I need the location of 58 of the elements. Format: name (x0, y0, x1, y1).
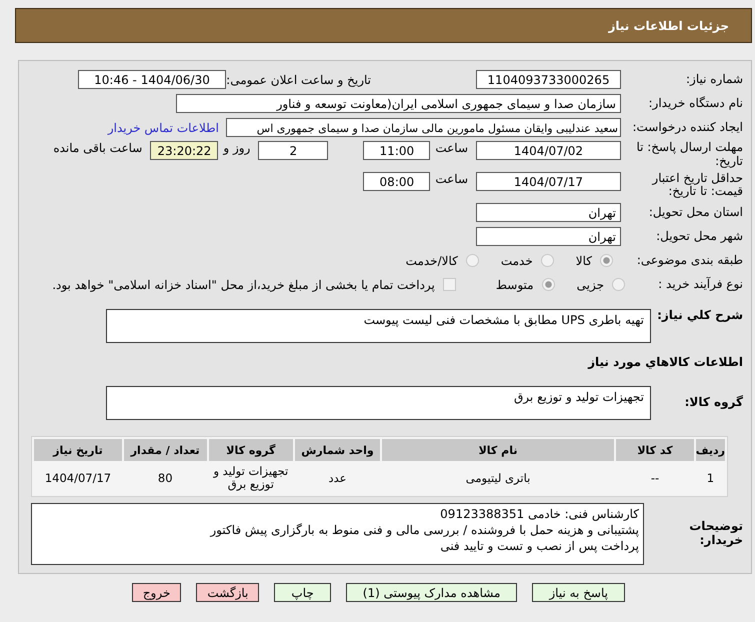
column-header: نام کالا (382, 439, 614, 462)
option-label: جزیی (576, 278, 604, 292)
text-field[interactable]: 1404/06/30 - 10:46 (78, 70, 226, 89)
option-label: کالا/خدمت (406, 254, 458, 268)
option-label: خدمت (500, 254, 533, 268)
checkbox-label: پرداخت تمام یا بخشی از مبلغ خرید،از محل "اسناد خزانه اسلامی" خواهد بود. (52, 278, 435, 292)
radio-button[interactable] (542, 278, 555, 292)
text-field[interactable]: سعید عندلیبی وایقان مسئول مامورین مالی سازمان صدا و سیمای جمهوری اس (226, 118, 621, 137)
field-label: توضیحات خریدار: (688, 520, 744, 548)
text-field[interactable]: سازمان صدا و سیمای جمهوری اسلامی ایران(معاونت توسعه و فناور (176, 94, 621, 113)
column-header: واحد شمارش (295, 439, 380, 462)
text-area[interactable]: تهیه باطری UPS مطابق با مشخصات فنی لیست پیوست (106, 309, 651, 344)
radio-button[interactable] (466, 254, 479, 268)
countdown-field[interactable]: 23:20:22 (150, 141, 218, 160)
page-title: جزئیات اطلاعات نیاز (608, 18, 729, 32)
field-label: ساعت (435, 141, 468, 155)
field-label: ساعت (435, 172, 468, 186)
field-label: شرح کلي نیاز: (656, 309, 744, 323)
contact-link[interactable]: اطلاعات تماس خریدار (108, 120, 219, 134)
text-field[interactable]: 2 (258, 141, 328, 160)
text-field[interactable]: 11:00 (363, 141, 430, 160)
button[interactable]: بازگشت (196, 583, 260, 602)
column-header: تاریخ نیاز (34, 439, 122, 462)
text-field[interactable]: تهران (476, 203, 621, 222)
button[interactable]: مشاهده مدارک پیوستی (1) (346, 583, 518, 602)
text-field[interactable]: تهران (476, 227, 621, 246)
column-header: کد کالا (616, 439, 694, 462)
field-label: روز و (223, 141, 250, 155)
field-label: ساعت باقی مانده (53, 141, 142, 155)
radio-button[interactable] (612, 278, 625, 292)
option-label: متوسط (496, 278, 534, 292)
text-field[interactable]: 08:00 (363, 172, 430, 191)
column-header: گروه کالا (208, 439, 294, 462)
section-title: اطلاعات کالاهاي مورد نیاز (588, 354, 744, 369)
field-label: نوع فرآیند خرید : (657, 278, 744, 292)
radio-button[interactable] (540, 254, 554, 268)
text-field[interactable]: 1404/07/17 (476, 172, 621, 191)
column-header: ردیف (696, 439, 725, 462)
option-label: کالا (576, 254, 592, 268)
field-label: شماره نیاز: (685, 72, 744, 86)
field-label: نام دستگاه خریدار: (648, 96, 744, 110)
button[interactable]: چاپ (274, 583, 331, 602)
field-label: مهلت ارسال پاسخ: تا تاریخ: (635, 141, 744, 169)
column-header: تعداد / مقدار (124, 439, 206, 462)
text-field[interactable]: 1404/07/02 (476, 141, 621, 160)
field-label: گروه کالا: (684, 394, 744, 410)
field-label: شهر محل تحویل: (655, 230, 744, 244)
button[interactable]: پاسخ به نیاز (532, 583, 625, 602)
text-area[interactable]: کارشناس فنی: خادمی 09123388351 پشتیبانی و هزینه حمل با فروشنده / بررسی مالی و فنی منوط به بارگزاری پیش فاکتور پرداخت پس از نصب و تست و تایید فنی (31, 502, 644, 565)
checkbox[interactable] (442, 278, 456, 292)
text-area[interactable]: تجهیزات تولید و توزیع برق (106, 386, 651, 420)
button[interactable]: خروج (132, 583, 182, 602)
radio-button[interactable] (600, 254, 613, 268)
field-label: استان محل تحویل: (648, 206, 744, 220)
field-label: حداقل تاریخ اعتبار قیمت: تا تاریخ: (650, 172, 744, 200)
field-label: ایجاد کننده درخواست: (631, 120, 744, 134)
text-field[interactable]: 1104093733000265 (476, 70, 621, 89)
field-label: طبقه بندی موضوعی: (636, 254, 744, 268)
